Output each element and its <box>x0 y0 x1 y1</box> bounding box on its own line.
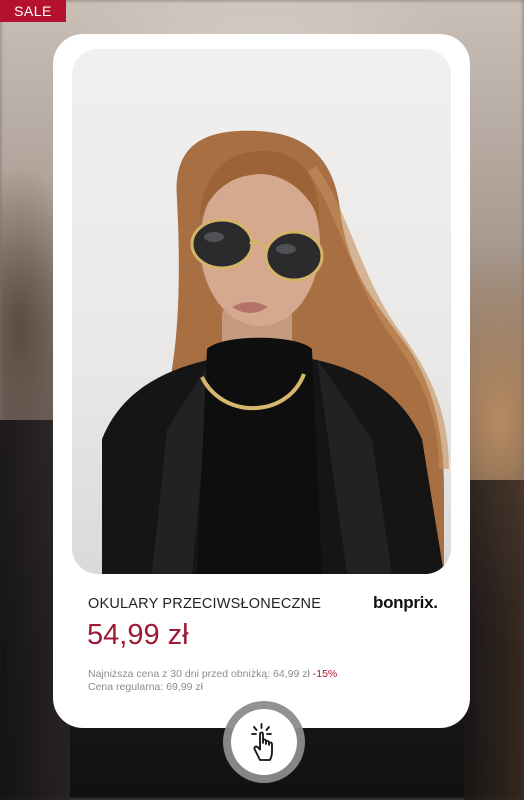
background-shadow-right <box>464 480 524 800</box>
product-card[interactable]: OKULARY PRZECIWSŁONECZNE bonprix. 54,99 … <box>53 34 470 728</box>
lowest-price-text: Najniższa cena z 30 dni przed obniżką: 6… <box>88 668 310 680</box>
tap-button[interactable] <box>231 709 297 775</box>
regular-price-info: Cena regularna: 69,99 zł <box>88 681 203 693</box>
sale-badge: SALE <box>0 0 66 22</box>
hand-pointer-icon <box>251 723 273 761</box>
model-illustration <box>102 130 449 574</box>
discount-badge: -15% <box>312 668 338 680</box>
lowest-price-info: Najniższa cena z 30 dni przed obniżką: 6… <box>88 668 337 680</box>
brand-logo: bonprix. <box>373 593 438 612</box>
product-title: OKULARY PRZECIWSŁONECZNE <box>88 596 322 612</box>
product-photo[interactable] <box>72 49 451 574</box>
product-price: 54,99 zł <box>87 619 189 651</box>
